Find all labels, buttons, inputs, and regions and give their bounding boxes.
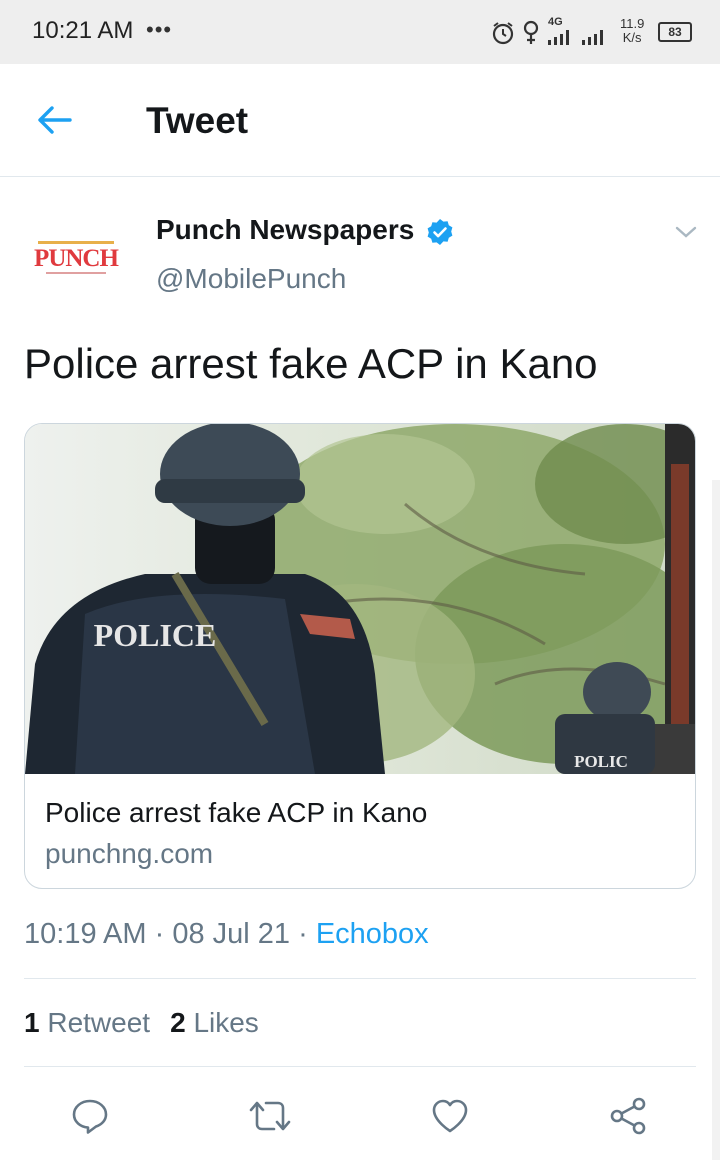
status-bar: 10:21 AM ••• 4G 11.9 K/s 83 bbox=[0, 0, 720, 64]
signal-icon-1 bbox=[548, 30, 569, 45]
author-name[interactable]: Punch Newspapers bbox=[156, 214, 414, 246]
status-icons: 4G 11.9 K/s 83 bbox=[490, 14, 705, 50]
card-image-text-main: POLICE bbox=[94, 617, 217, 653]
location-icon bbox=[523, 20, 539, 44]
tweet-source-link[interactable]: Echobox bbox=[316, 918, 429, 950]
meta-separator: · bbox=[298, 918, 308, 950]
punch-logo: PUNCH bbox=[24, 208, 128, 312]
status-time: 10:21 AM bbox=[32, 17, 134, 44]
signal-icon-2 bbox=[582, 30, 603, 45]
notification-dots: ••• bbox=[146, 17, 173, 42]
alarm-icon bbox=[492, 22, 514, 45]
tweet-meta: 10:19 AM · 08 Jul 21 · Echobox bbox=[24, 918, 429, 951]
card-image: POLIC POLICE bbox=[25, 424, 695, 774]
chevron-down-icon bbox=[675, 226, 697, 238]
battery-indicator: 83 bbox=[658, 22, 692, 42]
speed-value: 11.9 bbox=[620, 16, 645, 31]
more-options-button[interactable] bbox=[672, 218, 700, 246]
arrow-left-icon bbox=[38, 106, 72, 134]
meta-separator: · bbox=[154, 918, 165, 950]
retweets-label: Retweet bbox=[47, 1007, 151, 1038]
card-domain: punchng.com bbox=[45, 838, 214, 869]
retweets-stat[interactable]: 1 Retweet bbox=[24, 1007, 150, 1038]
card-image-text-small: POLIC bbox=[574, 752, 628, 771]
tweet-stats: 1 Retweet 2 Likes bbox=[24, 1007, 259, 1039]
page-title: Tweet bbox=[146, 100, 249, 141]
likes-label: Likes bbox=[193, 1007, 259, 1038]
divider bbox=[24, 978, 696, 979]
divider bbox=[24, 1066, 696, 1067]
card-title: Police arrest fake ACP in Kano bbox=[45, 797, 428, 828]
top-bar: Tweet bbox=[0, 64, 720, 177]
scrollbar[interactable] bbox=[712, 480, 720, 1160]
reply-icon bbox=[72, 1099, 108, 1134]
likes-stat[interactable]: 2 Likes bbox=[170, 1007, 259, 1038]
svg-text:PUNCH: PUNCH bbox=[34, 245, 119, 272]
back-button[interactable] bbox=[30, 98, 80, 142]
share-icon bbox=[610, 1097, 646, 1135]
network-speed: 11.9 K/s bbox=[620, 17, 644, 45]
link-card[interactable]: POLIC POLICE Police arrest fake ACP in K… bbox=[24, 423, 696, 889]
tweet-date: 08 Jul 21 bbox=[172, 918, 291, 950]
like-button[interactable] bbox=[430, 1096, 470, 1136]
retweet-icon bbox=[249, 1101, 291, 1131]
avatar[interactable]: PUNCH bbox=[24, 208, 128, 312]
reply-button[interactable] bbox=[70, 1096, 110, 1136]
like-icon bbox=[432, 1099, 468, 1133]
speed-unit: K/s bbox=[622, 30, 642, 45]
share-button[interactable] bbox=[608, 1096, 648, 1136]
tweet-text: Police arrest fake ACP in Kano bbox=[24, 340, 598, 387]
verified-badge-icon bbox=[427, 219, 453, 245]
tweet-time: 10:19 AM bbox=[24, 918, 147, 950]
author-handle[interactable]: @MobilePunch bbox=[156, 263, 346, 295]
likes-count: 2 bbox=[170, 1007, 186, 1038]
network-type: 4G bbox=[548, 16, 563, 28]
retweets-count: 1 bbox=[24, 1007, 40, 1038]
retweet-button[interactable] bbox=[248, 1096, 291, 1136]
